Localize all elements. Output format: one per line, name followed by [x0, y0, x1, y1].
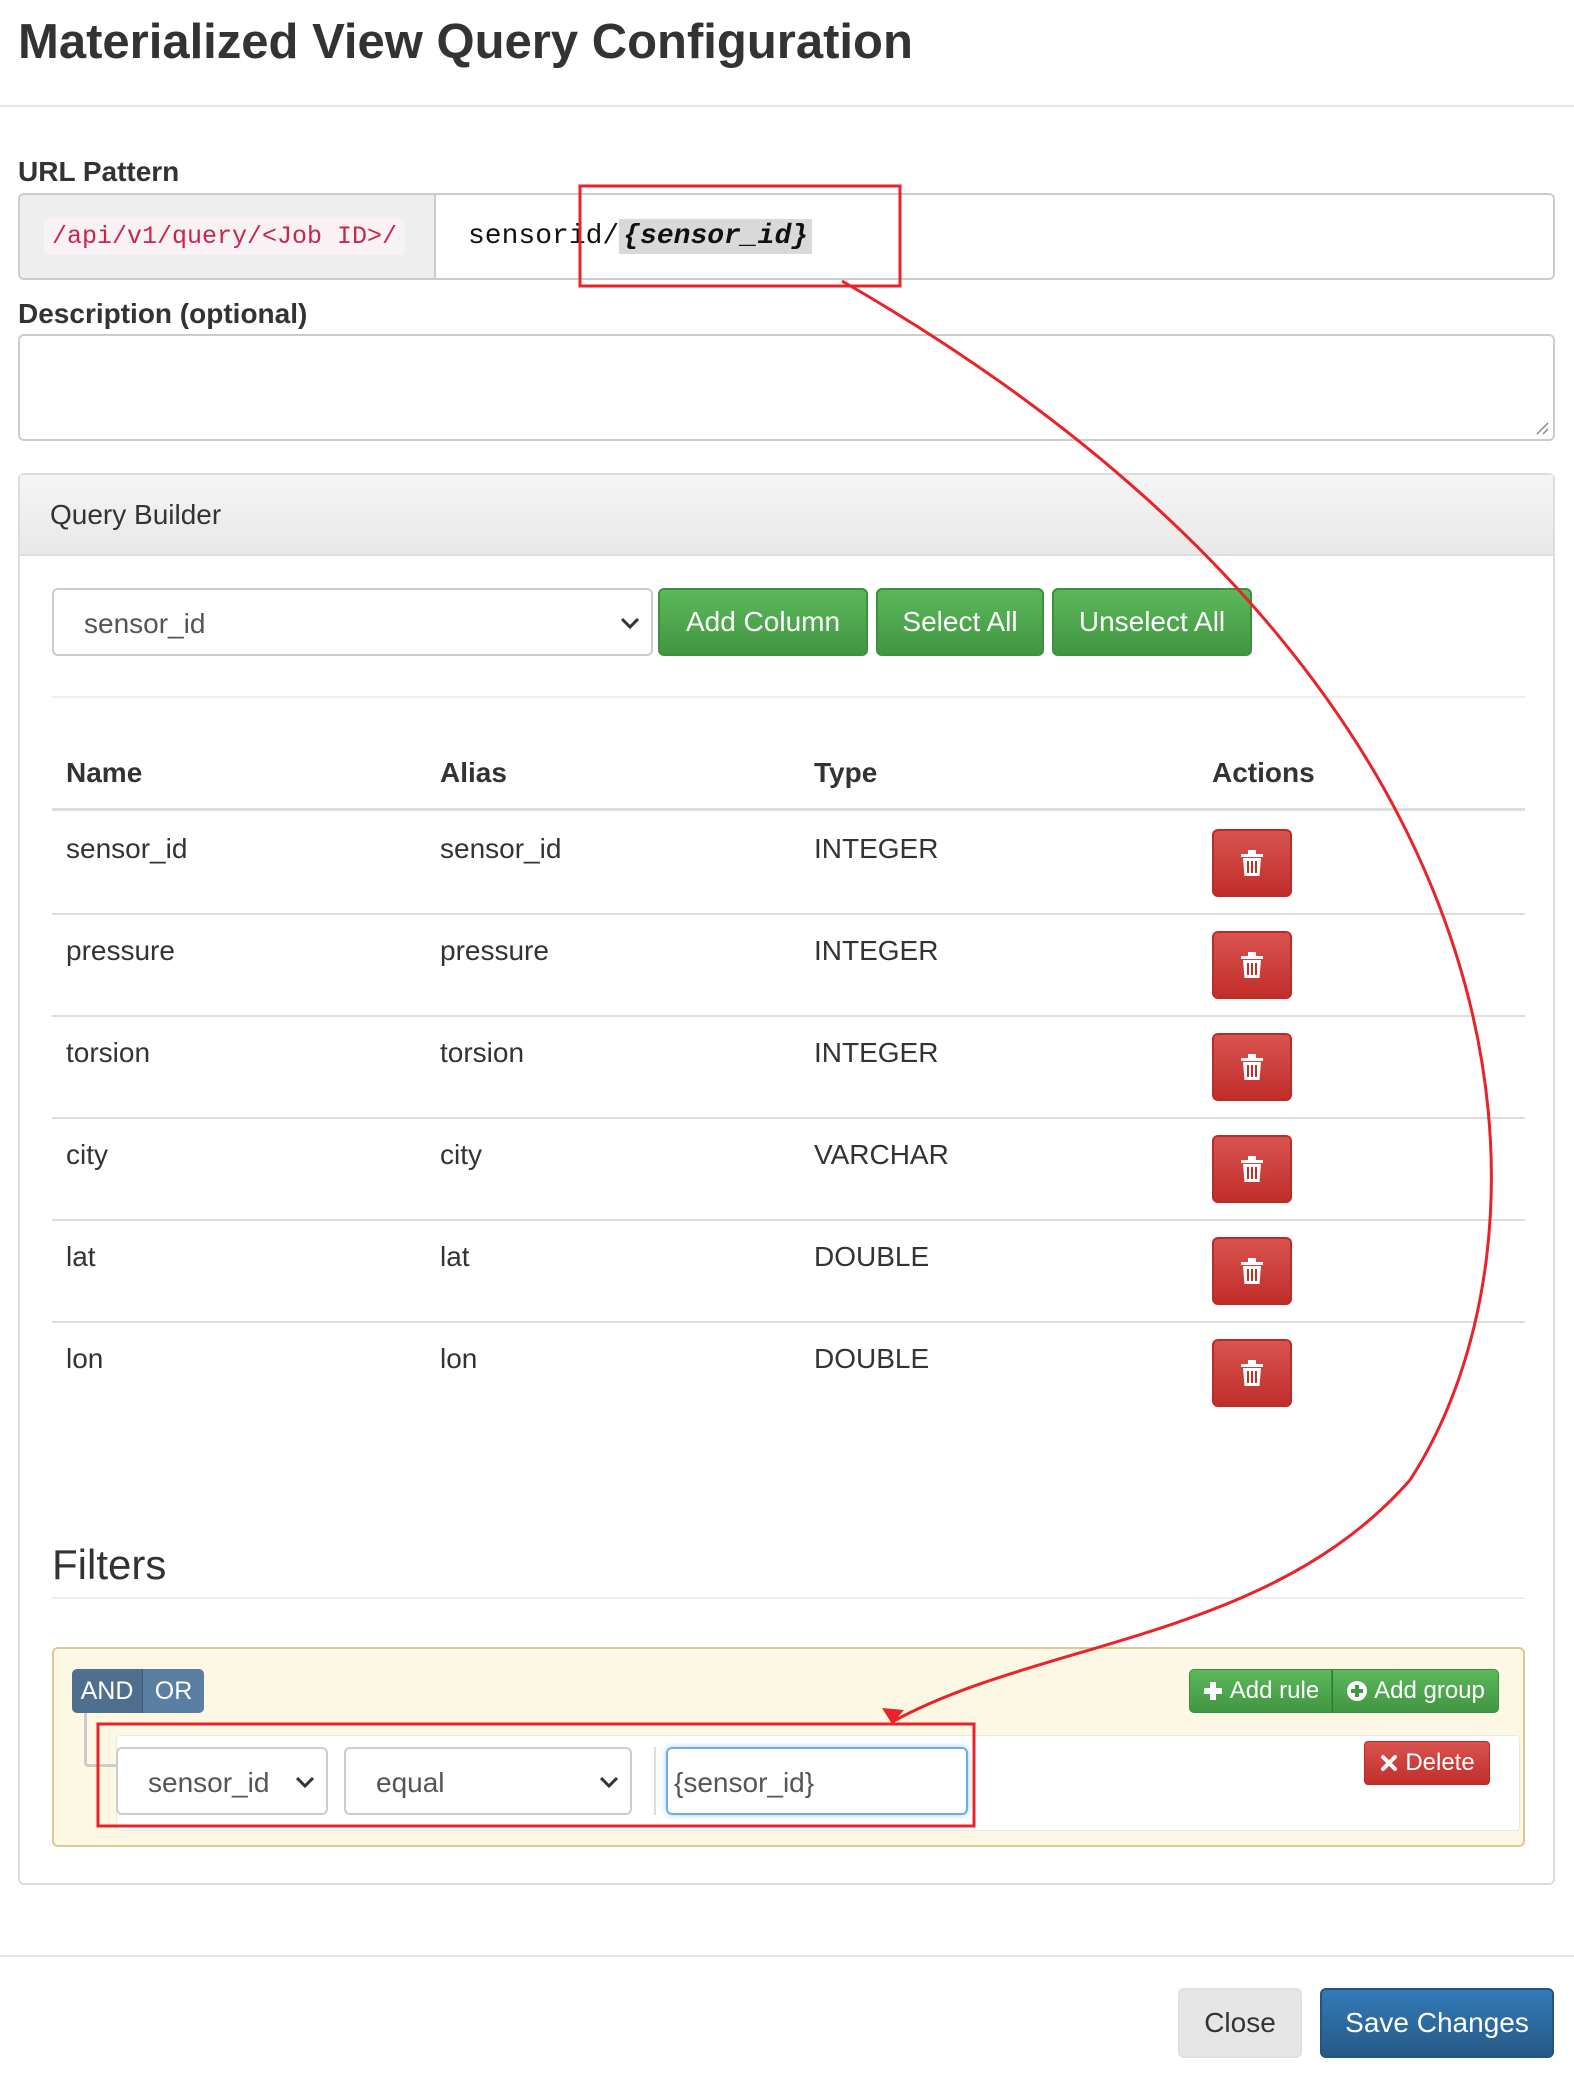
rule-value-text: {sensor_id}	[674, 1767, 815, 1798]
description-textarea[interactable]	[18, 334, 1555, 441]
row-alias: lat	[440, 1241, 470, 1272]
rule-operator-select[interactable]: equal	[344, 1747, 632, 1815]
delete-row-button[interactable]	[1212, 1135, 1292, 1203]
condition-and-button[interactable]: AND	[72, 1669, 142, 1713]
trash-icon	[1241, 1258, 1263, 1284]
chevron-down-icon	[620, 617, 640, 630]
add-rule-button[interactable]: Add rule	[1189, 1669, 1332, 1713]
row-type: VARCHAR	[814, 1139, 949, 1170]
delete-row-button[interactable]	[1212, 931, 1292, 999]
row-name: sensor_id	[66, 833, 188, 864]
row-type: INTEGER	[814, 833, 939, 864]
url-pattern-label: URL Pattern	[18, 156, 180, 187]
column-header-type: Type	[814, 757, 878, 788]
row-name: pressure	[66, 935, 175, 966]
plus-icon	[1203, 1682, 1222, 1700]
resize-grip-icon[interactable]	[1533, 419, 1549, 435]
close-button[interactable]: Close	[1178, 1988, 1302, 2058]
row-divider	[52, 1219, 1525, 1221]
row-divider	[52, 1015, 1525, 1017]
row-divider	[52, 1321, 1525, 1323]
url-pattern-input[interactable]: sensorid/{sensor_id}	[436, 195, 1553, 278]
delete-rule-label: Delete	[1405, 1749, 1475, 1776]
url-pattern-input-group: /api/v1/query/<Job ID>/ sensorid/{sensor…	[18, 193, 1555, 280]
row-name: lon	[66, 1343, 104, 1374]
filters-divider	[52, 1597, 1525, 1599]
row-alias: lon	[440, 1343, 478, 1374]
add-group-label: Add group	[1374, 1677, 1485, 1704]
url-prefix-code: /api/v1/query/<Job ID>/	[44, 218, 406, 255]
row-name: city	[66, 1139, 108, 1170]
delete-row-button[interactable]	[1212, 1237, 1292, 1305]
query-builder-panel: Query Builder sensor_id Add Column Selec…	[18, 473, 1555, 1885]
trash-icon	[1241, 1156, 1263, 1182]
row-alias: torsion	[440, 1037, 525, 1068]
row-type: INTEGER	[814, 935, 939, 966]
row-name: lat	[66, 1241, 96, 1272]
column-header-alias: Alias	[440, 757, 507, 788]
column-header-actions: Actions	[1212, 757, 1315, 788]
trash-icon	[1241, 850, 1263, 876]
query-builder-title: Query Builder	[50, 499, 222, 530]
row-name: torsion	[66, 1037, 151, 1068]
delete-row-button[interactable]	[1212, 1033, 1292, 1101]
rule-field-value: sensor_id	[148, 1767, 270, 1798]
filters-heading: Filters	[52, 1541, 167, 1588]
row-alias: city	[440, 1139, 482, 1170]
condition-or-button[interactable]: OR	[142, 1669, 204, 1713]
close-icon	[1381, 1755, 1398, 1771]
select-all-button[interactable]: Select All	[876, 588, 1044, 656]
row-type: DOUBLE	[814, 1343, 930, 1374]
trash-icon	[1241, 952, 1263, 978]
trash-icon	[1241, 1360, 1263, 1386]
url-variable-part: {sensor_id}	[619, 219, 813, 254]
rule-tree-connector	[84, 1713, 116, 1767]
rule-value-input[interactable]: {sensor_id}	[666, 1747, 968, 1815]
plus-circle-icon	[1347, 1681, 1368, 1701]
trash-icon	[1241, 1054, 1263, 1080]
modal-title: Materialized View Query Configuration	[18, 15, 913, 69]
row-divider	[52, 1117, 1525, 1119]
url-static-part: sensorid/	[468, 221, 620, 252]
add-group-button[interactable]: Add group	[1332, 1669, 1499, 1713]
row-type: DOUBLE	[814, 1241, 930, 1272]
add-column-button[interactable]: Add Column	[658, 588, 868, 656]
column-select-value: sensor_id	[84, 608, 206, 639]
delete-row-button[interactable]	[1212, 1339, 1292, 1407]
row-type: INTEGER	[814, 1037, 939, 1068]
modal-header: Materialized View Query Configuration	[0, 0, 1574, 107]
rule-separator	[654, 1747, 656, 1815]
unselect-all-button[interactable]: Unselect All	[1052, 588, 1252, 656]
column-header-name: Name	[66, 757, 143, 788]
save-changes-button[interactable]: Save Changes	[1320, 1988, 1554, 2058]
chevron-down-icon	[295, 1776, 315, 1789]
delete-rule-button[interactable]: Delete	[1364, 1741, 1490, 1785]
row-alias: sensor_id	[440, 833, 562, 864]
row-divider	[52, 913, 1525, 915]
query-builder-heading: Query Builder	[20, 475, 1553, 556]
row-alias: pressure	[440, 935, 549, 966]
table-header-divider	[52, 808, 1525, 811]
column-select[interactable]: sensor_id	[52, 588, 653, 656]
chevron-down-icon	[599, 1776, 619, 1789]
add-rule-label: Add rule	[1229, 1677, 1320, 1704]
rule-operator-value: equal	[376, 1767, 445, 1798]
url-prefix-addon: /api/v1/query/<Job ID>/	[20, 195, 436, 278]
modal-footer-divider	[0, 1955, 1574, 1957]
description-label: Description (optional)	[18, 298, 308, 329]
divider	[52, 696, 1525, 698]
rule-field-select[interactable]: sensor_id	[116, 1747, 328, 1815]
delete-row-button[interactable]	[1212, 829, 1292, 897]
